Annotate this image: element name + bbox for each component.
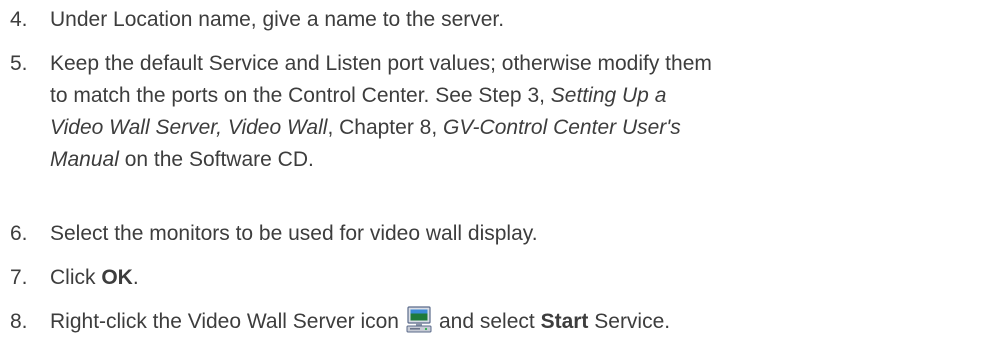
step-5: 5. Keep the default Service and Listen po… [10, 48, 970, 176]
step-text-line-4: Manual on the Software CD. [10, 144, 970, 176]
document-page: { "steps": [ { "number": "4.", "text": "… [0, 0, 989, 357]
text-run: , Chapter 8, [327, 116, 443, 139]
text-run: Click [50, 266, 102, 289]
step-6: 6. Select the monitors to be used for vid… [10, 218, 970, 250]
step-7: 7. Click OK. [10, 262, 970, 294]
step-text: Select the monitors to be used for video… [50, 222, 538, 245]
step-text-line-2: to match the ports on the Control Center… [10, 80, 970, 112]
step-text: Under Location name, give a name to the … [50, 8, 505, 31]
italic-reference: GV-Control Center User's [443, 116, 681, 139]
text-run: Service. [588, 310, 671, 333]
text-run: to match the ports on the Control Center… [50, 84, 551, 107]
italic-reference: Manual [50, 148, 119, 171]
step-number: 7. [10, 266, 28, 289]
step-number: 8. [10, 310, 28, 333]
bold-ok: OK [101, 266, 133, 289]
step-number: 4. [10, 8, 28, 31]
text-run: on the Software CD. [118, 148, 314, 171]
step-number: 6. [10, 222, 28, 245]
step-8: 8. Right-click the Video Wall Server icon… [10, 306, 970, 338]
text-run: . [132, 266, 139, 289]
step-text-line-1: Keep the default Service and Listen port… [50, 52, 712, 75]
italic-reference: Video Wall Server, Video Wall [50, 116, 328, 139]
step-4: 4. Under Location name, give a name to th… [10, 4, 970, 36]
bold-start: Start [540, 310, 589, 333]
video-wall-server-icon [405, 305, 433, 333]
italic-reference: Setting Up a [550, 84, 667, 107]
text-run: and select [438, 310, 541, 333]
step-number: 5. [10, 52, 28, 75]
step-text-line-3: Video Wall Server, Video Wall, Chapter 8… [10, 112, 970, 144]
text-run: Right-click the Video Wall Server icon [50, 310, 399, 333]
